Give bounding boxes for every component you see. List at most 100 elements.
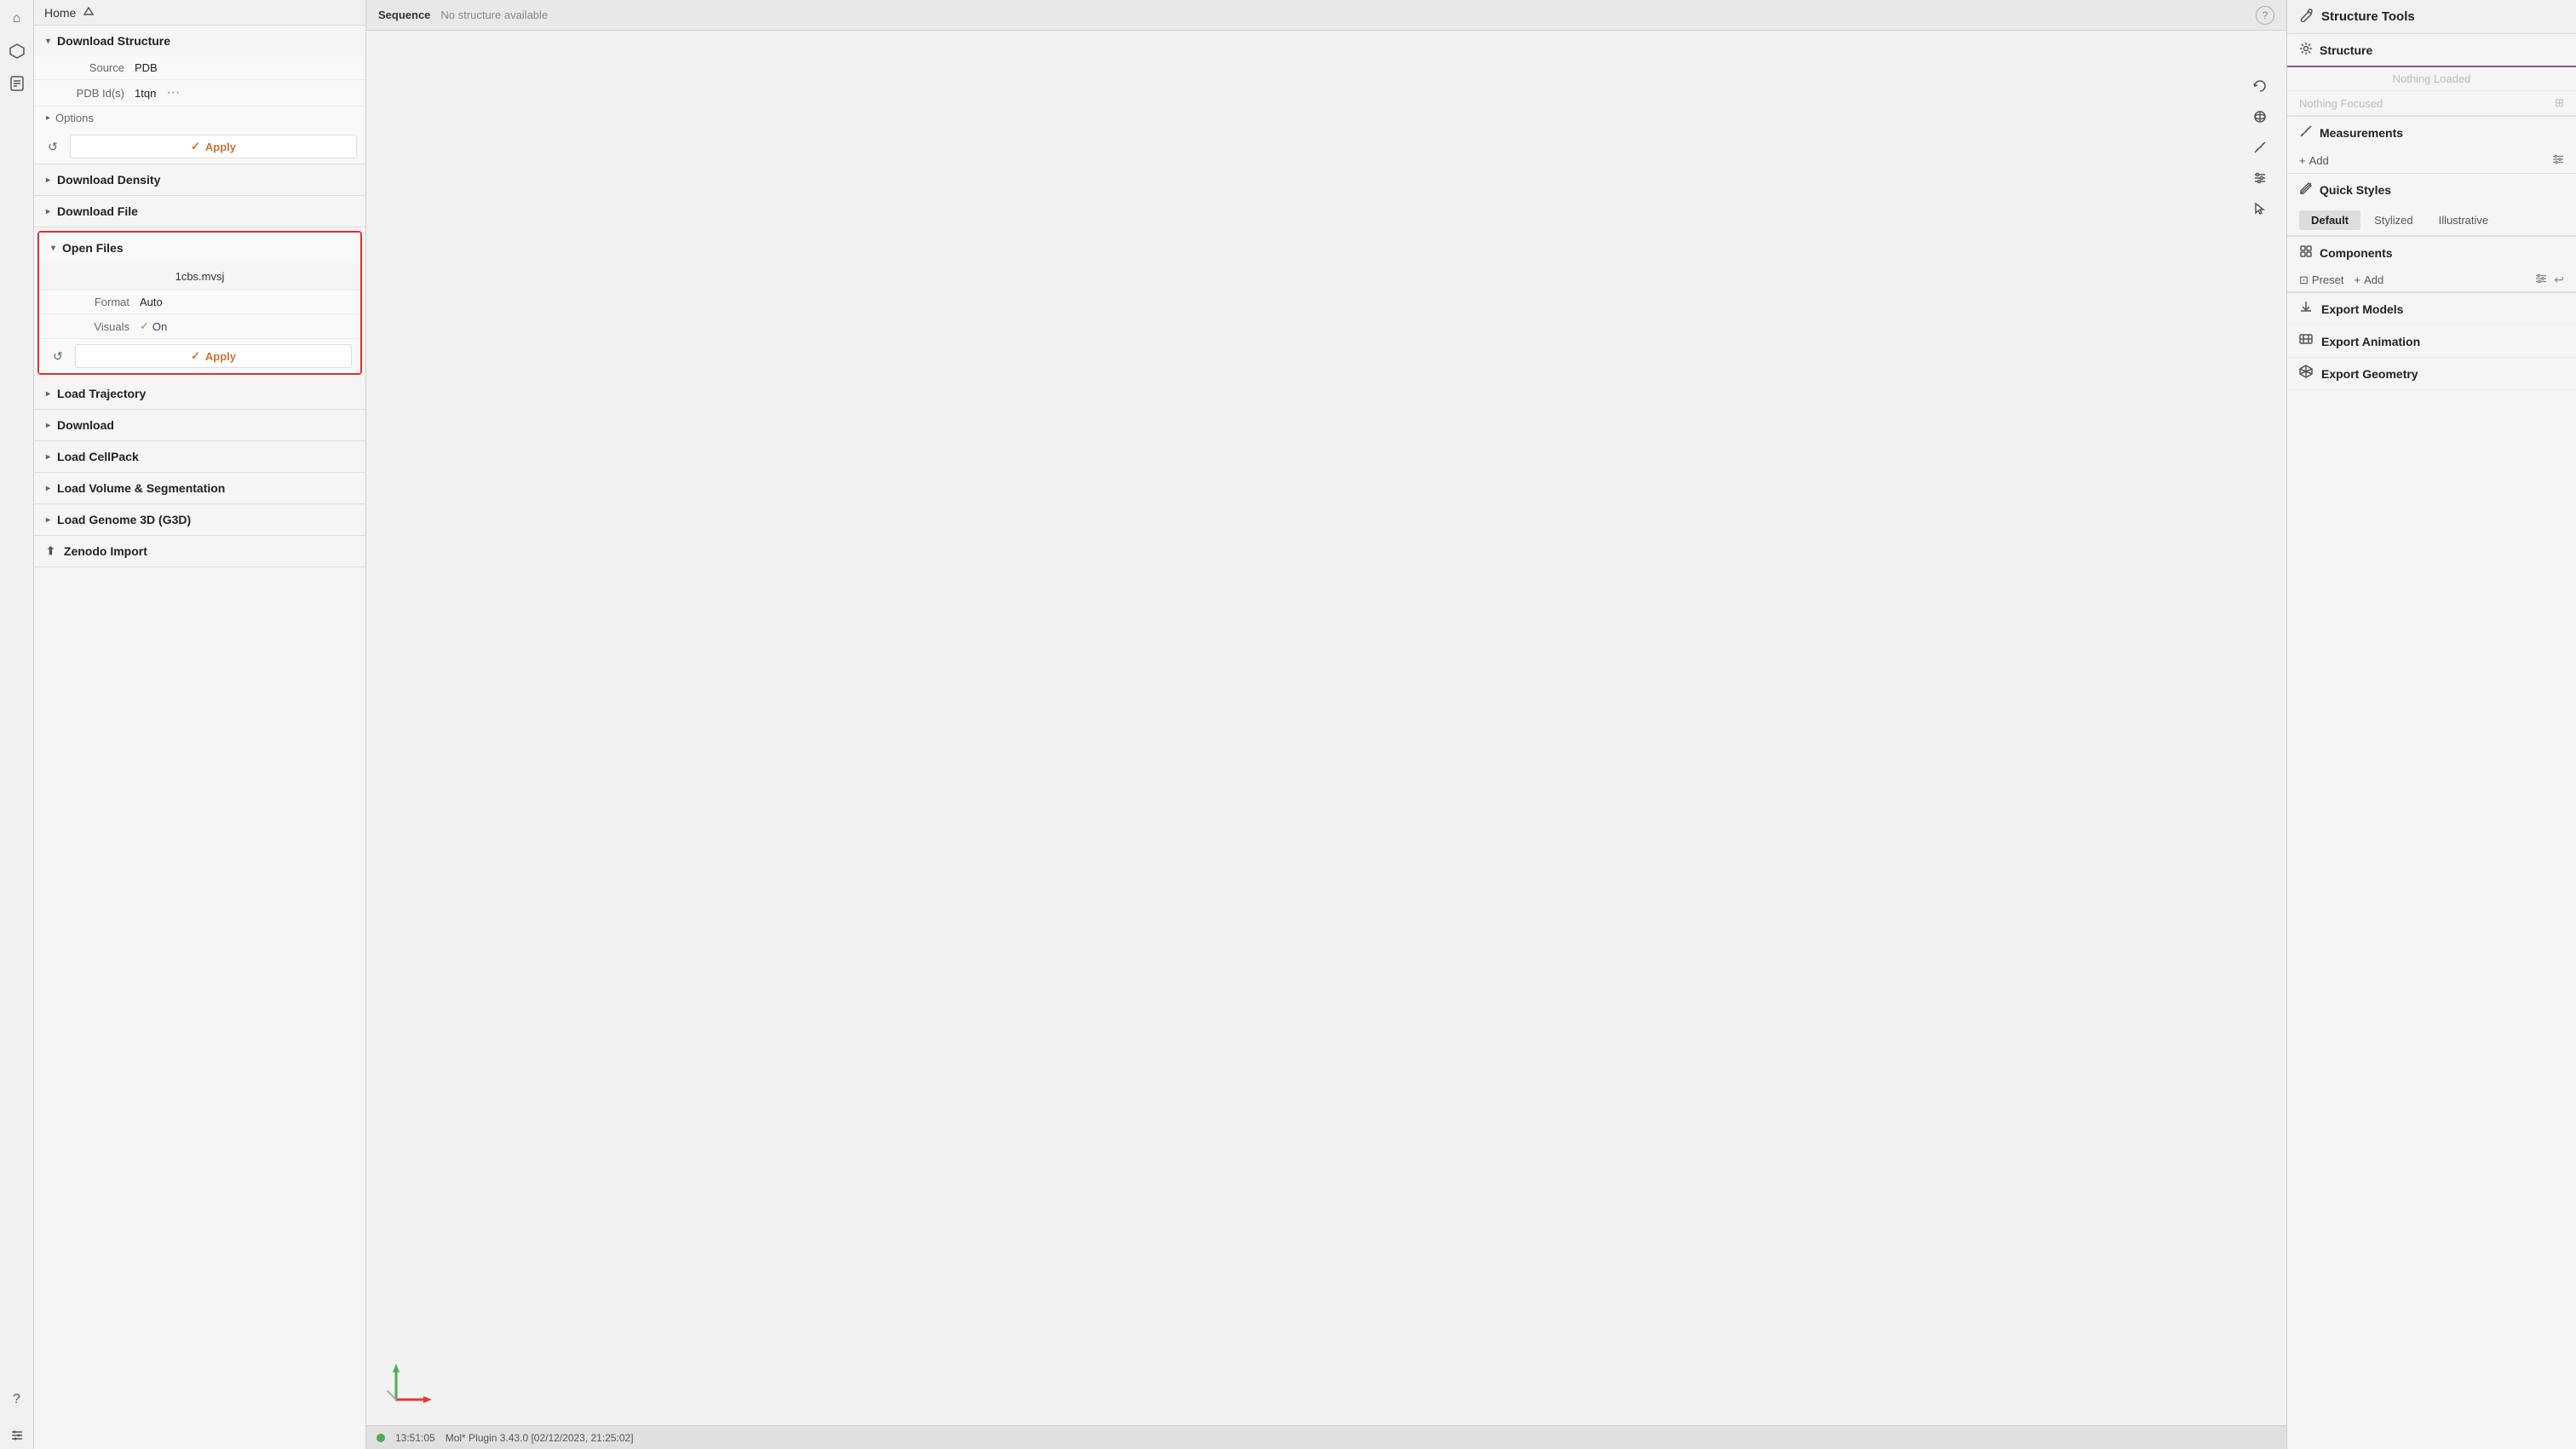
options-chevron: ▸ [46,113,50,123]
load-trajectory-label: Load Trajectory [57,387,146,400]
source-row: Source PDB [34,56,365,80]
components-settings-icon[interactable] [2535,273,2547,287]
measurements-add-button[interactable]: + Add [2299,154,2329,167]
open-files-reset-button[interactable]: ↺ [48,346,68,366]
open-files-content: 1cbs.mvsj Format Auto Visuals ✓ On ↺ ✓ A… [39,263,360,373]
tab-stylized[interactable]: Stylized [2362,210,2425,230]
measurements-toolbar: + Add [2287,148,2576,173]
tab-illustrative[interactable]: Illustrative [2427,210,2501,230]
open-files-header[interactable]: ▾ Open Files [39,233,360,263]
left-panel-header: Home [34,0,365,26]
quick-styles-icon [2299,181,2313,198]
download-structure-apply-button[interactable]: ✓ Apply [70,135,357,158]
download-structure-section: ▾ Download Structure Source PDB PDB Id(s… [34,26,365,164]
download-header[interactable]: ▸ Download [34,410,365,440]
visuals-label: Visuals [53,320,129,333]
download-structure-apply-row: ↺ ✓ Apply [34,129,365,164]
right-panel-wrench-icon [2299,7,2314,26]
download-density-chevron: ▸ [46,175,50,185]
load-cellpack-header[interactable]: ▸ Load CellPack [34,441,365,472]
quick-styles-header[interactable]: Quick Styles [2287,174,2576,205]
measure-tool-button[interactable] [2247,135,2273,160]
load-cellpack-chevron: ▸ [46,452,50,462]
download-label: Download [57,418,114,432]
main-viewport: Sequence No structure available ? [366,0,2286,1449]
reset-camera-button[interactable] [2247,73,2273,99]
download-structure-label: Download Structure [57,34,170,48]
load-volume-section: ▸ Load Volume & Segmentation [34,473,365,504]
download-density-section: ▸ Download Density [34,164,365,196]
components-preset-button[interactable]: ⊡ Preset [2299,273,2343,287]
measurements-settings-icon[interactable] [2552,153,2564,168]
load-volume-label: Load Volume & Segmentation [57,481,225,495]
quick-styles-label: Quick Styles [2320,183,2391,197]
cursor-tool-button[interactable] [2247,196,2273,221]
pdb-id-label: PDB Id(s) [48,87,124,100]
help-icon[interactable]: ? [3,1389,31,1417]
right-panel: Structure Tools Structure Nothing Loaded… [2286,0,2576,1449]
source-value[interactable]: PDB [135,61,158,74]
load-trajectory-chevron: ▸ [46,389,50,399]
measurements-section: Measurements + Add [2287,117,2576,174]
open-files-apply-button[interactable]: ✓ Apply [75,344,352,368]
viewport-canvas[interactable] [366,31,2286,1425]
components-undo-icon[interactable]: ↩ [2554,273,2564,287]
settings-bottom-icon[interactable] [3,1422,31,1449]
options-row[interactable]: ▸ Options [34,106,365,129]
format-value[interactable]: Auto [140,296,163,308]
right-panel-title: Structure Tools [2321,9,2415,24]
export-geometry-item[interactable]: Export Geometry [2287,358,2576,390]
load-trajectory-header[interactable]: ▸ Load Trajectory [34,378,365,409]
load-volume-chevron: ▸ [46,484,50,493]
measurements-section-header[interactable]: Measurements [2287,117,2576,148]
export-geometry-label: Export Geometry [2321,367,2418,381]
right-panel-header: Structure Tools [2287,0,2576,34]
export-models-label: Export Models [2321,302,2403,316]
export-models-item[interactable]: Export Models [2287,293,2576,325]
filename-row: 1cbs.mvsj [39,263,360,290]
source-label: Source [48,61,124,74]
settings-tool-button[interactable] [2247,165,2273,191]
preset-icon: ⊡ [2299,273,2309,287]
pdb-id-row: PDB Id(s) 1tqn ··· [34,80,365,106]
focus-expand-icon[interactable]: ⊞ [2555,96,2564,110]
download-structure-header[interactable]: ▾ Download Structure [34,26,365,56]
tab-default[interactable]: Default [2299,210,2360,230]
load-genome-header[interactable]: ▸ Load Genome 3D (G3D) [34,504,365,535]
components-add-button[interactable]: + Add [2354,273,2383,286]
structure-icon[interactable] [3,37,31,65]
apply-checkmark: ✓ [191,140,200,153]
home-label: Home [44,6,76,20]
open-files-apply-row: ↺ ✓ Apply [39,339,360,373]
pdb-id-dots-button[interactable]: ··· [166,85,180,101]
load-genome-section: ▸ Load Genome 3D (G3D) [34,504,365,536]
home-icon[interactable]: ⌂ [3,5,31,32]
export-animation-item[interactable]: Export Animation [2287,325,2576,358]
axes-indicator [383,1357,434,1408]
download-density-header[interactable]: ▸ Download Density [34,164,365,195]
open-files-apply-checkmark: ✓ [191,349,200,363]
viewport-toolbar [2247,73,2273,221]
measurements-plus-icon: + [2299,154,2306,167]
download-section: ▸ Download [34,410,365,441]
visuals-row: Visuals ✓ On [39,314,360,339]
viewport-help-icon[interactable]: ? [2256,6,2274,25]
structure-section-header[interactable]: Structure [2287,34,2576,67]
sphere-tool-button[interactable] [2247,104,2273,129]
load-volume-header[interactable]: ▸ Load Volume & Segmentation [34,473,365,503]
measurements-label: Measurements [2320,126,2403,140]
file-icon[interactable] [3,70,31,97]
download-structure-apply-label: Apply [205,141,236,153]
visuals-value-container[interactable]: ✓ On [140,319,167,333]
pdb-id-value[interactable]: 1tqn [135,87,156,100]
load-cellpack-label: Load CellPack [57,450,139,463]
download-structure-reset-button[interactable]: ↺ [43,136,63,157]
load-genome-label: Load Genome 3D (G3D) [57,513,191,526]
zenodo-import-header[interactable]: ⬆ Zenodo Import [34,536,365,566]
nothing-loaded-text: Nothing Loaded [2287,67,2576,91]
download-file-chevron: ▸ [46,207,50,216]
download-file-header[interactable]: ▸ Download File [34,196,365,227]
components-section-header[interactable]: Components [2287,237,2576,268]
download-structure-chevron: ▾ [46,37,50,46]
download-structure-content: Source PDB PDB Id(s) 1tqn ··· ▸ Options … [34,56,365,164]
